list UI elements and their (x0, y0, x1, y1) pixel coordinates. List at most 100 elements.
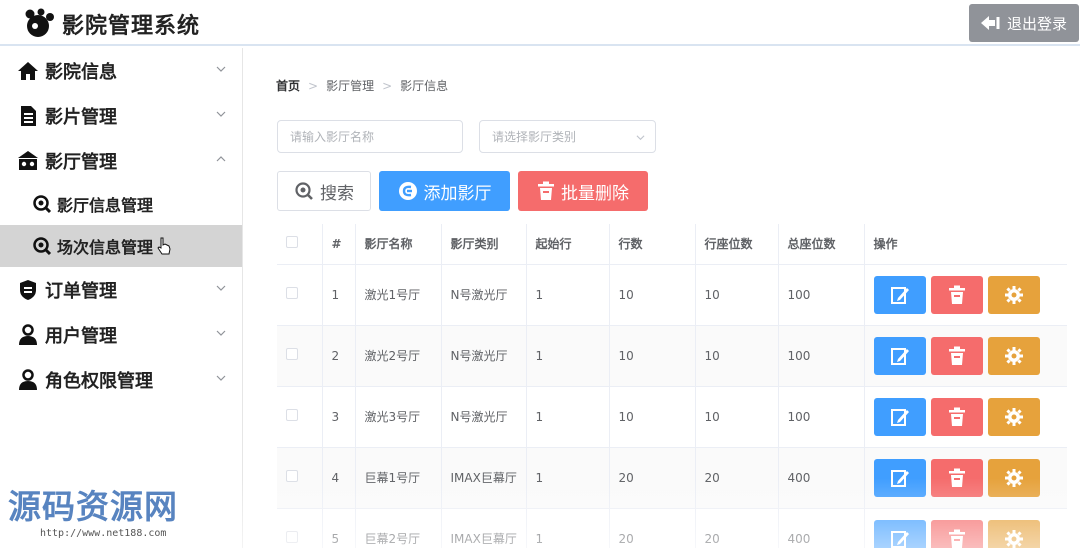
row-checkbox[interactable] (286, 470, 298, 482)
sidebar-subitem-session-info[interactable]: 场次信息管理 (0, 225, 242, 267)
sidebar-item-cinema-info[interactable]: 影院信息 (0, 48, 242, 93)
breadcrumb-separator-icon: > (308, 78, 319, 93)
breadcrumb-level2: 影厅信息 (400, 79, 449, 93)
edit-button[interactable] (873, 397, 926, 436)
settings-button[interactable] (987, 519, 1040, 548)
hall-name-search-input[interactable]: 请输入影厅名称 (277, 120, 463, 153)
delete-button[interactable] (930, 397, 983, 436)
row-checkbox[interactable] (286, 409, 298, 421)
cell-rows: 20 (609, 508, 696, 548)
column-header: 总座位数 (778, 224, 865, 265)
hand-cursor-icon (157, 237, 171, 255)
search-icon (32, 194, 52, 214)
row-select-cell[interactable] (277, 264, 323, 326)
sidebar-item-label: 角色权限管理 (45, 370, 153, 392)
chevron-down-icon (216, 375, 226, 381)
sidebar-item-movie-management[interactable]: 影片管理 (0, 93, 242, 138)
edit-icon (890, 346, 910, 366)
table-row: 1 激光1号厅 N号激光厅 1 10 10 100 (277, 264, 1067, 326)
delete-button[interactable] (930, 458, 983, 497)
logout-arrow-icon (980, 16, 1000, 30)
cell-name: 激光1号厅 (355, 264, 442, 326)
sidebar-item-user-management[interactable]: 用户管理 (0, 312, 242, 357)
add-circle-icon (398, 182, 417, 200)
cell-total-seats: 100 (778, 386, 865, 448)
cell-index: 2 (322, 325, 356, 387)
cell-total-seats: 100 (778, 325, 865, 387)
breadcrumb-home[interactable]: 首页 (276, 77, 300, 94)
add-hall-button[interactable]: 添加影厅 (379, 171, 510, 211)
cell-rows: 10 (609, 264, 696, 326)
sidebar-item-hall-management[interactable]: 影厅管理 (0, 138, 242, 183)
cell-type: IMAX巨幕厅 (441, 447, 527, 509)
sidebar-item-role-permission[interactable]: 角色权限管理 (0, 357, 242, 402)
row-actions (864, 386, 1067, 448)
cell-type: N号激光厅 (441, 325, 527, 387)
column-header: # (322, 224, 356, 265)
chevron-down-icon (636, 135, 645, 141)
trash-icon (947, 529, 967, 548)
trash-icon (947, 346, 967, 366)
table-row: 5 巨幕2号厅 IMAX巨幕厅 1 20 20 400 (277, 508, 1067, 548)
batch-delete-button[interactable]: 批量删除 (518, 171, 648, 211)
cell-index: 4 (322, 447, 356, 509)
sidebar-item-order-management[interactable]: 订单管理 (0, 267, 242, 312)
logout-label: 退出登录 (1006, 14, 1067, 33)
delete-button[interactable] (930, 275, 983, 314)
select-all-checkbox[interactable] (286, 236, 298, 249)
cell-type: N号激光厅 (441, 386, 527, 448)
settings-button[interactable] (987, 397, 1040, 436)
breadcrumb-separator-icon: > (382, 78, 393, 93)
sidebar-item-label: 影厅管理 (45, 151, 117, 173)
row-select-cell[interactable] (277, 508, 323, 548)
cell-seats-per-row: 10 (695, 264, 779, 326)
cell-seats-per-row: 20 (695, 447, 779, 509)
trash-icon (538, 181, 554, 200)
row-checkbox[interactable] (286, 531, 298, 543)
row-select-cell[interactable] (277, 447, 323, 509)
row-select-cell[interactable] (277, 386, 323, 448)
delete-button[interactable] (930, 336, 983, 375)
edit-button[interactable] (873, 458, 926, 497)
row-actions (864, 508, 1067, 548)
search-button[interactable]: 搜索 (277, 171, 371, 211)
app-title: 影院管理系统 (62, 14, 201, 39)
sidebar-subitem-hall-info[interactable]: 影厅信息管理 (0, 183, 242, 225)
row-select-cell[interactable] (277, 325, 323, 387)
settings-button[interactable] (987, 336, 1040, 375)
sidebar-item-label: 订单管理 (45, 280, 117, 302)
table-row: 2 激光2号厅 N号激光厅 1 10 10 100 (277, 325, 1067, 387)
hall-type-select[interactable]: 请选择影厅类别 (479, 120, 656, 153)
row-actions (864, 447, 1067, 509)
trash-icon (947, 468, 967, 488)
batch-delete-label: 批量删除 (561, 183, 629, 204)
settings-button[interactable] (987, 275, 1040, 314)
shield-icon (17, 279, 39, 301)
chevron-down-icon (216, 330, 226, 336)
cell-start-row: 1 (526, 325, 610, 387)
cell-type: N号激光厅 (441, 264, 527, 326)
edit-button[interactable] (873, 519, 926, 548)
hall-type-placeholder: 请选择影厅类别 (492, 130, 577, 144)
settings-button[interactable] (987, 458, 1040, 497)
sidebar-item-label: 用户管理 (45, 325, 117, 347)
header-select-all[interactable] (277, 224, 323, 265)
logout-button[interactable]: 退出登录 (969, 4, 1079, 42)
gear-icon (1004, 529, 1024, 548)
user-icon (17, 368, 39, 391)
row-checkbox[interactable] (286, 287, 298, 299)
row-actions (864, 264, 1067, 326)
column-header: 起始行 (526, 224, 610, 265)
top-header: 影院管理系统 退出登录 (0, 0, 1080, 46)
cell-index: 1 (322, 264, 356, 326)
trash-icon (947, 285, 967, 305)
cell-name: 巨幕1号厅 (355, 447, 442, 509)
edit-button[interactable] (873, 275, 926, 314)
search-button-label: 搜索 (320, 183, 354, 204)
chevron-down-icon (216, 111, 226, 117)
table-row: 3 激光3号厅 N号激光厅 1 10 10 100 (277, 386, 1067, 448)
delete-button[interactable] (930, 519, 983, 548)
user-icon (17, 323, 39, 346)
edit-button[interactable] (873, 336, 926, 375)
row-checkbox[interactable] (286, 348, 298, 360)
